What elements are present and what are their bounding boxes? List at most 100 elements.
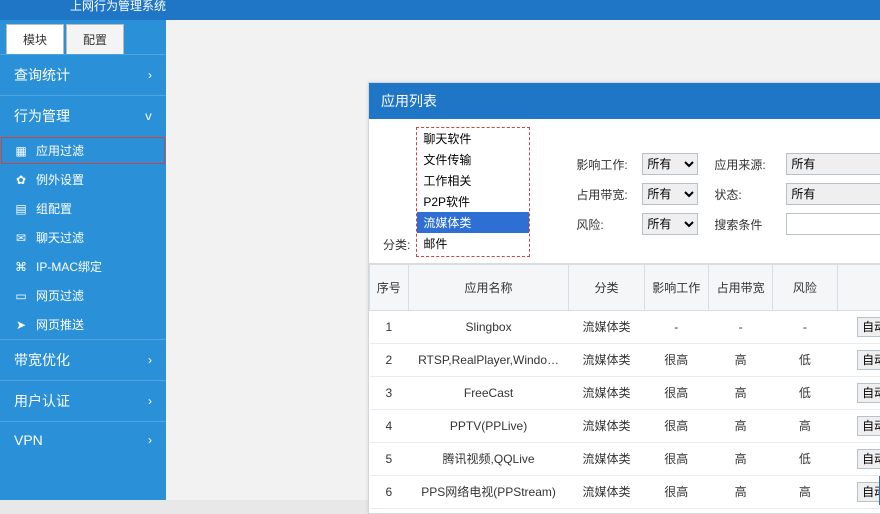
cell: 1	[370, 310, 409, 343]
sidebar-item-label: 网页推送	[36, 316, 84, 333]
row-status-select[interactable]: 自动	[857, 317, 880, 337]
cell: 高	[708, 343, 772, 376]
row-status-select[interactable]: 自动	[857, 416, 880, 436]
cell: 流媒体类	[569, 442, 644, 475]
row-status-select[interactable]: 自动	[857, 350, 880, 370]
cell: 很高	[644, 442, 708, 475]
cell: 腾讯视频,QQLive	[408, 442, 569, 475]
filter-risk-select[interactable]: 所有	[642, 213, 698, 235]
class-listbox[interactable]: 聊天软件文件传输工作相关P2P软件流媒体类邮件游戏股票软件翻墙代理其他未知分类	[416, 127, 530, 257]
sidebar-item[interactable]: ⌘ IP-MAC绑定	[0, 252, 166, 281]
modal-title: 应用列表	[381, 91, 437, 111]
cell: 很高	[644, 343, 708, 376]
table-row[interactable]: 7Tvuplayer,PPMate流媒体类很高高高自动	[370, 508, 880, 513]
cell: 高	[773, 475, 837, 508]
cell: 很高	[644, 475, 708, 508]
tab-config[interactable]: 配置	[66, 24, 124, 54]
sidebar-item[interactable]: ➤ 网页推送	[0, 310, 166, 339]
tab-modules[interactable]: 模块	[6, 24, 64, 54]
cell: 流媒体类	[569, 475, 644, 508]
nav-group-label: 查询统计	[14, 65, 70, 85]
sidebar-item-label: IP-MAC绑定	[36, 258, 102, 275]
send-icon: ➤	[14, 318, 28, 332]
sidebar-item[interactable]: ▦应用过滤	[0, 136, 166, 165]
class-option[interactable]: 聊天软件	[417, 128, 529, 149]
cell: 流媒体类	[569, 508, 644, 513]
cell: 高	[708, 409, 772, 442]
class-option[interactable]: 工作相关	[417, 170, 529, 191]
apps-icon: ▦	[14, 144, 28, 158]
link-icon: ⌘	[14, 260, 28, 274]
filter-source-select[interactable]: 所有	[786, 153, 880, 175]
table-row[interactable]: 6PPS网络电视(PPStream)流媒体类很高高高自动	[370, 475, 880, 508]
row-status-select[interactable]: 自动	[857, 482, 880, 502]
row-status-select[interactable]: 自动	[857, 449, 880, 469]
cell: 7	[370, 508, 409, 513]
cell: Slingbox	[408, 310, 569, 343]
chevron-down-icon: ⅴ	[145, 109, 152, 123]
cell: Tvuplayer,PPMate	[408, 508, 569, 513]
nav-group[interactable]: 用户认证›	[0, 380, 166, 421]
class-label: 分类:	[373, 236, 410, 257]
cell: 4	[370, 409, 409, 442]
cell: 低	[773, 376, 837, 409]
nav-group-label: 带宽优化	[14, 350, 70, 370]
nav-group-label: 用户认证	[14, 391, 70, 411]
cell: PPS网络电视(PPStream)	[408, 475, 569, 508]
col-bw[interactable]: 占用带宽	[708, 265, 772, 311]
app-table: 序号 应用名称 分类 影响工作 占用带宽 风险 状态 优先? 1Slingbox…	[369, 264, 880, 513]
sidebar-item[interactable]: ▤ 组配置	[0, 194, 166, 223]
col-name[interactable]: 应用名称	[408, 265, 569, 311]
table-row[interactable]: 4PPTV(PPLive)流媒体类很高高高自动	[370, 409, 880, 442]
sidebar-item[interactable]: ✉ 聊天过滤	[0, 223, 166, 252]
chat-icon: ✉	[14, 231, 28, 245]
gear-icon: ✿	[14, 173, 28, 187]
sidebar-item[interactable]: ✿例外设置	[0, 165, 166, 194]
col-cls[interactable]: 分类	[569, 265, 644, 311]
nav-group[interactable]: 行为管理ⅴ	[0, 95, 166, 136]
cell: 流媒体类	[569, 310, 644, 343]
page-icon: ▭	[14, 289, 28, 303]
class-option[interactable]: 流媒体类	[417, 212, 529, 233]
table-row[interactable]: 3FreeCast流媒体类很高高低自动	[370, 376, 880, 409]
content-area: 应用列表 ✖ 分类: 聊天软件文件传输工作相关P2P软件流媒体类邮件游戏股票软件…	[166, 20, 880, 500]
class-option[interactable]: 邮件	[417, 233, 529, 254]
class-option[interactable]: 文件传输	[417, 149, 529, 170]
nav-group-label: VPN	[14, 432, 43, 448]
table-row[interactable]: 1Slingbox流媒体类---自动⬇	[370, 310, 880, 343]
app-title: 上网行为管理系统	[0, 0, 880, 20]
cell: RTSP,RealPlayer,Windo…	[408, 343, 569, 376]
class-option[interactable]: 游戏股票软件	[417, 254, 529, 257]
table-row[interactable]: 5腾讯视频,QQLive流媒体类很高高低自动	[370, 442, 880, 475]
filter-bw-select[interactable]: 所有	[642, 183, 698, 205]
cell: 高	[773, 508, 837, 513]
filter-risk-label: 风险:	[576, 216, 634, 233]
col-risk[interactable]: 风险	[773, 265, 837, 311]
sidebar-item-label: 聊天过滤	[36, 229, 84, 246]
nav-group[interactable]: VPN ›	[0, 421, 166, 458]
row-status-select[interactable]: 自动	[857, 383, 880, 403]
cell: 很高	[644, 508, 708, 513]
chevron-right-icon: ›	[148, 433, 152, 447]
sidebar: 模块 配置 查询统计›行为管理ⅴ▦应用过滤✿例外设置▤组配置✉聊天过滤⌘IP-M…	[0, 20, 166, 500]
cell: 2	[370, 343, 409, 376]
nav-group[interactable]: 带宽优化›	[0, 339, 166, 380]
col-idx[interactable]: 序号	[370, 265, 409, 311]
class-option[interactable]: P2P软件	[417, 191, 529, 212]
filter-impact-select[interactable]: 所有	[642, 153, 698, 175]
panel-icon: ▤	[14, 202, 28, 216]
cell: 很高	[644, 409, 708, 442]
cell: 高	[708, 475, 772, 508]
nav-group[interactable]: 查询统计›	[0, 54, 166, 95]
sidebar-item-label: 组配置	[36, 200, 72, 217]
col-impact[interactable]: 影响工作	[644, 265, 708, 311]
cell: 高	[773, 409, 837, 442]
app-list-modal: 应用列表 ✖ 分类: 聊天软件文件传输工作相关P2P软件流媒体类邮件游戏股票软件…	[368, 82, 880, 514]
sidebar-item[interactable]: ▭网页过滤	[0, 281, 166, 310]
table-row[interactable]: 2RTSP,RealPlayer,Windo…流媒体类很高高低自动	[370, 343, 880, 376]
filter-search-input[interactable]	[786, 213, 880, 235]
col-status[interactable]: 状态	[837, 265, 880, 311]
cell: -	[773, 310, 837, 343]
cell: 高	[708, 508, 772, 513]
filter-status-select[interactable]: 所有	[786, 183, 880, 205]
